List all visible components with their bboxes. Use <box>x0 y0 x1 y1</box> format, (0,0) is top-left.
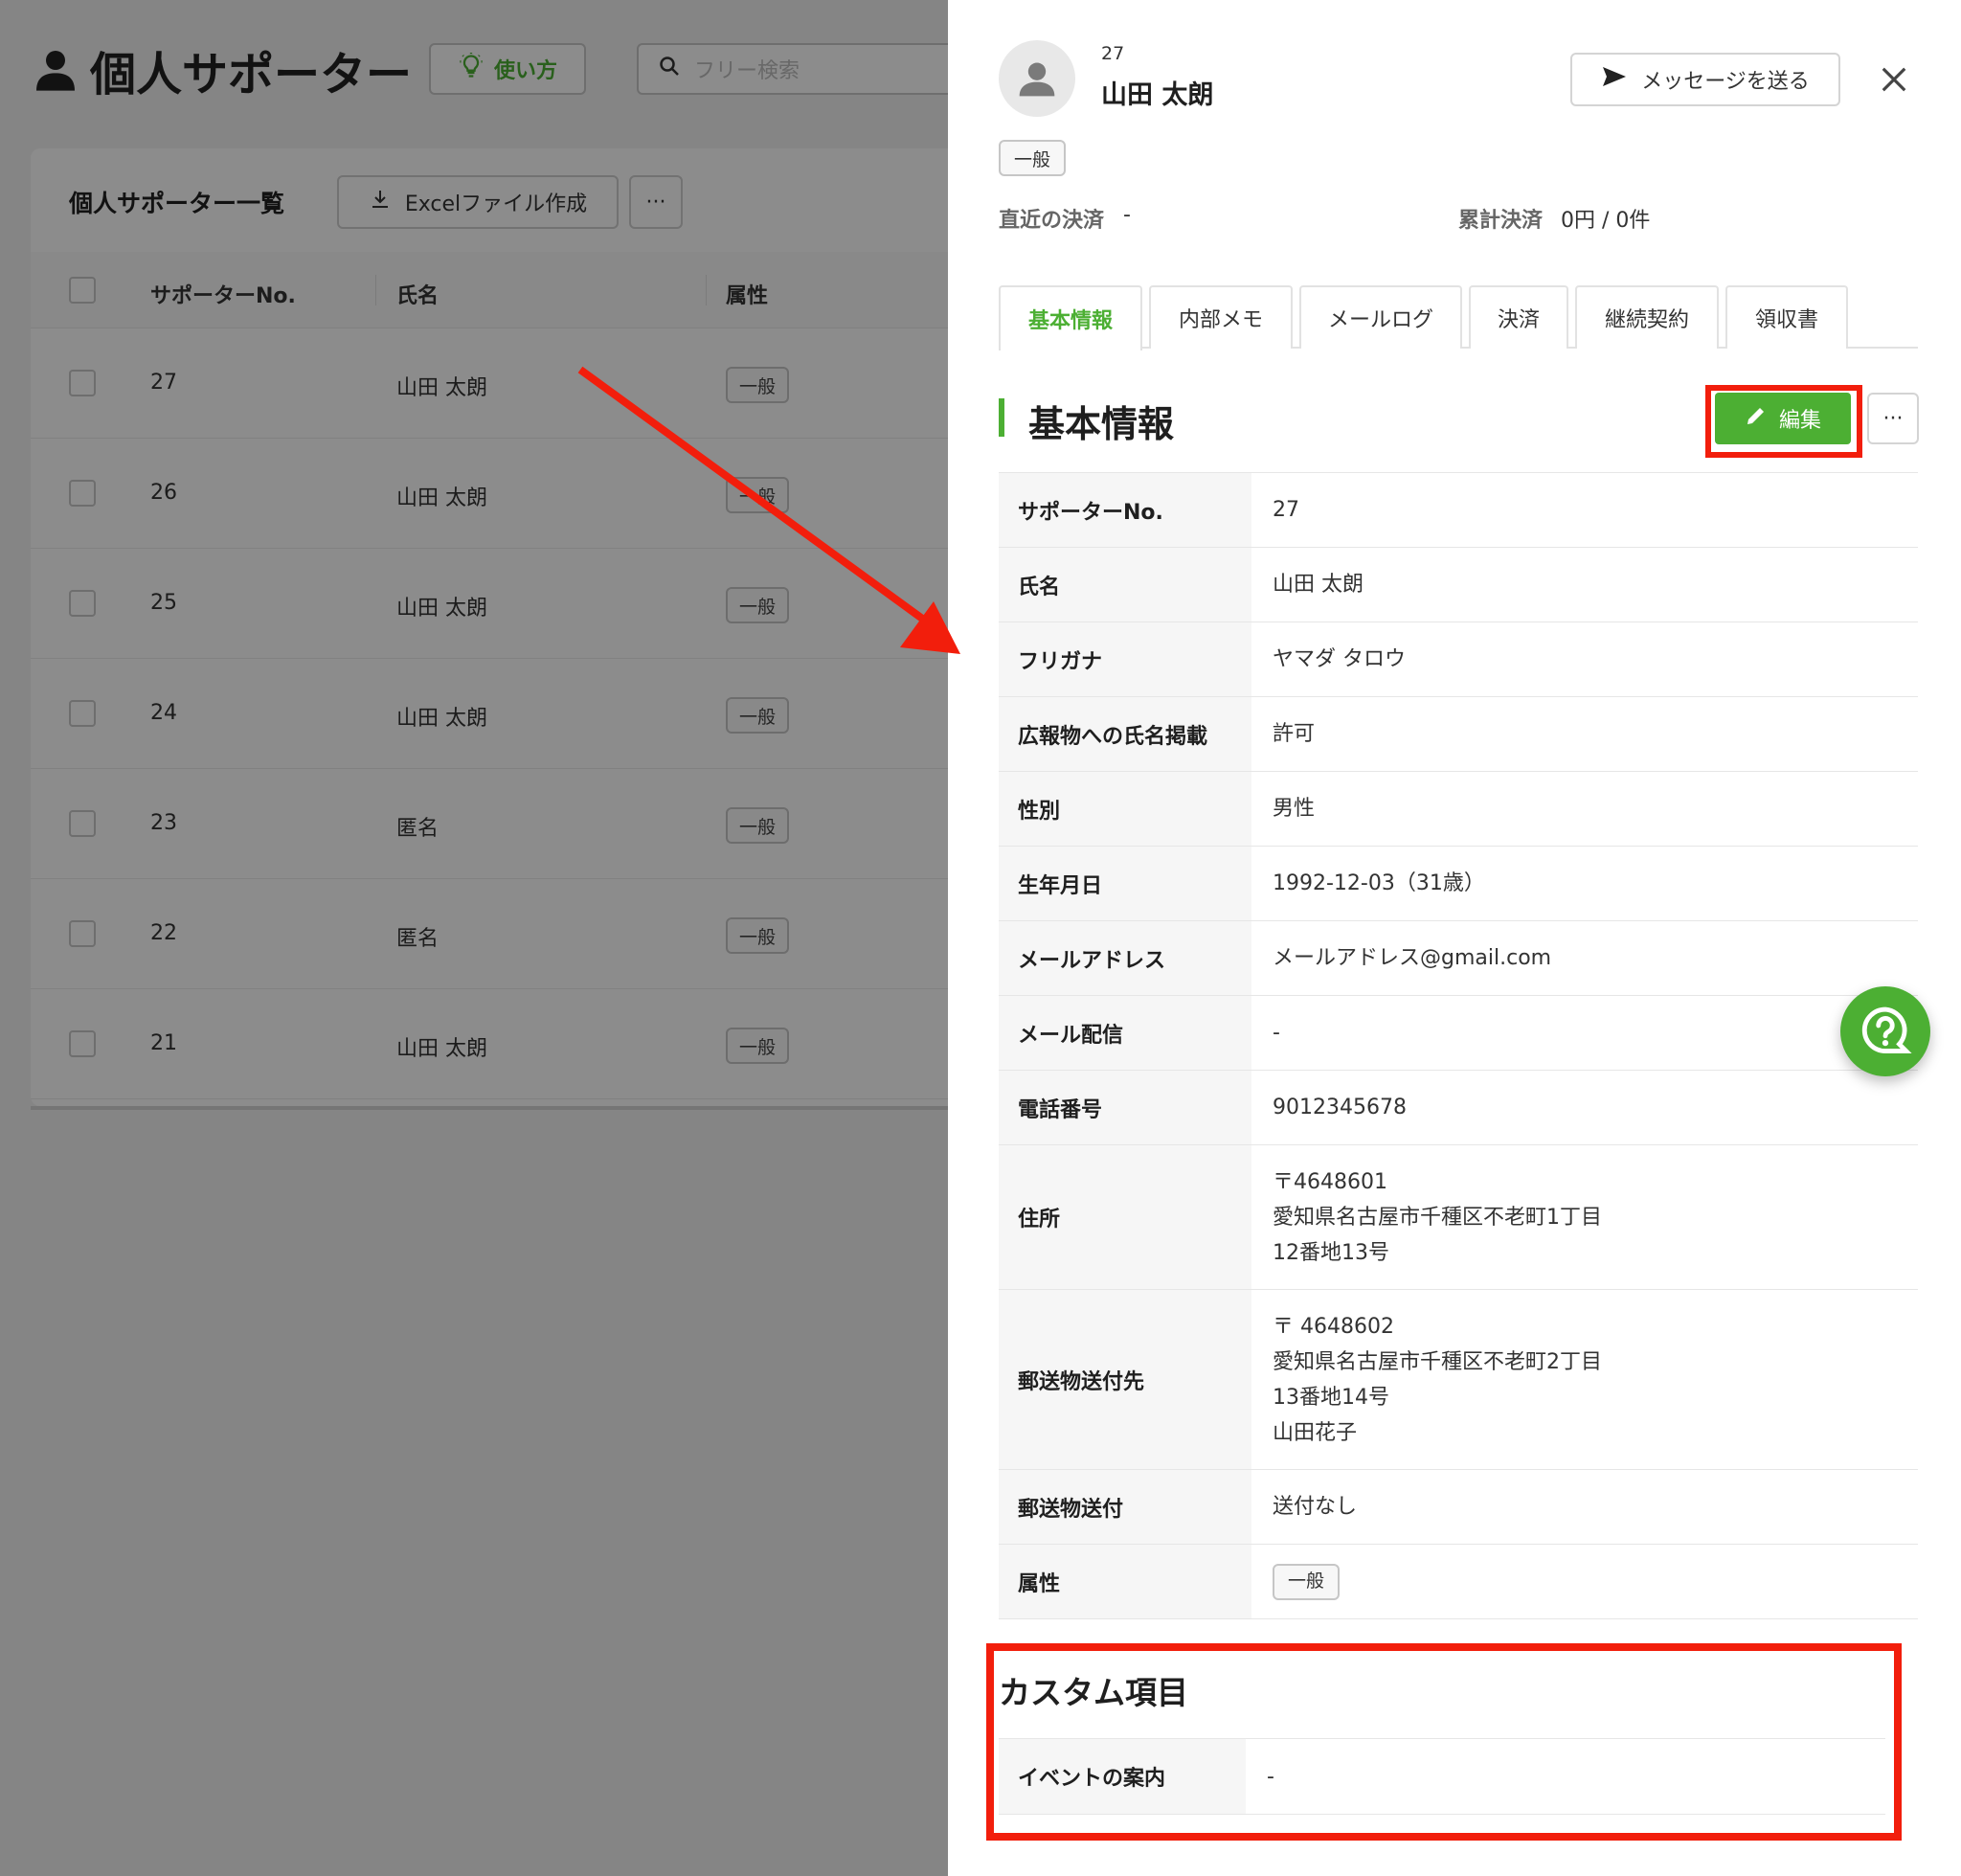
help-icon <box>1861 1006 1912 1053</box>
info-value-line: 山田 太朗 <box>1273 573 1364 597</box>
info-row: 広報物への氏名掲載 許可 <box>999 697 1918 772</box>
info-label: メールアドレス <box>999 921 1251 995</box>
tab-receipt[interactable]: 領収書 <box>1725 285 1848 349</box>
tab-mail-log[interactable]: メールログ <box>1299 285 1462 349</box>
info-label: フリガナ <box>999 622 1251 696</box>
info-value: 9012345678 <box>1251 1071 1918 1144</box>
info-value: 一般 <box>1251 1545 1918 1618</box>
info-row: 属性 一般 <box>999 1545 1918 1619</box>
edit-button-highlight <box>1705 385 1862 458</box>
info-label: 氏名 <box>999 548 1251 622</box>
total-payment-value: 0円 / 0件 <box>1561 209 1651 233</box>
info-value: ヤマダ タロウ <box>1251 622 1918 696</box>
info-value-line: 27 <box>1273 498 1299 522</box>
info-value-line: 男性 <box>1273 797 1316 821</box>
info-value: 男性 <box>1251 772 1918 846</box>
attribute-tag: 一般 <box>1273 1563 1341 1600</box>
section-more-button[interactable]: ··· <box>1867 393 1919 444</box>
avatar <box>999 40 1075 117</box>
send-message-button[interactable]: メッセージを送る <box>1570 53 1840 106</box>
info-label: 郵送物送付 <box>999 1470 1251 1544</box>
modal-backdrop[interactable] <box>0 0 948 1876</box>
supporter-detail-drawer: 27 山田 太朗 メッセージを送る 一般 直近の決済 - 累計決済 0円 / 0… <box>948 0 1961 1876</box>
info-value-line: メールアドレス@gmail.com <box>1273 946 1552 970</box>
info-label: 性別 <box>999 772 1251 846</box>
person-icon <box>1019 62 1055 97</box>
close-button[interactable] <box>1872 57 1916 102</box>
info-row: フリガナ ヤマダ タロウ <box>999 622 1918 697</box>
info-row: 住所 〒4648601 愛知県名古屋市千種区不老町1丁目 12番地13号 <box>999 1145 1918 1290</box>
info-label: メール配信 <box>999 996 1251 1070</box>
close-icon <box>1882 67 1906 92</box>
recent-payment-value: - <box>1123 203 1131 227</box>
info-value: 1992-12-03（31歳） <box>1251 847 1918 920</box>
supporter-number: 27 <box>1101 43 1125 64</box>
section-accent-bar <box>999 398 1004 437</box>
info-label: 生年月日 <box>999 847 1251 920</box>
info-value-line: 1992-12-03（31歳） <box>1273 871 1485 895</box>
info-row: メール配信 - <box>999 996 1918 1071</box>
info-row: 性別 男性 <box>999 772 1918 847</box>
send-message-label: メッセージを送る <box>1641 70 1810 94</box>
info-value: - <box>1251 996 1918 1070</box>
info-value-line: - <box>1273 1021 1280 1045</box>
detail-tabs: 基本情報 内部メモ メールログ 決済 継続契約 領収書 <box>999 285 1918 350</box>
info-label: 郵送物送付先 <box>999 1290 1251 1469</box>
info-label: サポーターNo. <box>999 473 1251 547</box>
section-title: 基本情報 <box>1028 403 1175 445</box>
info-row: メールアドレス メールアドレス@gmail.com <box>999 921 1918 996</box>
info-value-line: 9012345678 <box>1273 1096 1407 1119</box>
recent-payment-label: 直近の決済 <box>999 209 1105 233</box>
help-button[interactable] <box>1840 986 1930 1076</box>
info-value: 送付なし <box>1251 1470 1918 1544</box>
info-value: 許可 <box>1251 697 1918 771</box>
supporter-name: 山田 太朗 <box>1101 80 1214 110</box>
info-label: 電話番号 <box>999 1071 1251 1144</box>
attribute-tag: 一般 <box>999 140 1067 176</box>
info-value: 〒 4648602 愛知県名古屋市千種区不老町2丁目 13番地14号 山田花子 <box>1251 1290 1918 1469</box>
info-value-line: 〒4648601 <box>1273 1169 1387 1194</box>
info-row: 電話番号 9012345678 <box>999 1071 1918 1145</box>
total-payment-label: 累計決済 <box>1458 209 1544 233</box>
info-value: 〒4648601 愛知県名古屋市千種区不老町1丁目 12番地13号 <box>1251 1145 1918 1289</box>
info-value-line: 許可 <box>1273 722 1316 746</box>
basic-info-table: サポーターNo. 27 氏名 山田 太朗 フリガナ ヤマダ タロウ 広報物への氏名掲載 許可性… <box>999 472 1918 1619</box>
info-value-line: 送付なし <box>1273 1495 1358 1519</box>
info-value-line: 13番地14号 <box>1273 1385 1389 1410</box>
info-value-line: 愛知県名古屋市千種区不老町1丁目 <box>1273 1205 1602 1230</box>
info-value-line: 〒 4648602 <box>1273 1314 1394 1339</box>
info-value-line: 愛知県名古屋市千種区不老町2丁目 <box>1273 1349 1602 1374</box>
info-row: 氏名 山田 太朗 <box>999 548 1918 622</box>
tab-payment[interactable]: 決済 <box>1469 285 1568 349</box>
info-row: 郵送物送付先〒 4648602 愛知県名古屋市千種区不老町2丁目 13番地14号 山田… <box>999 1290 1918 1470</box>
info-value-line: 山田花子 <box>1273 1420 1358 1445</box>
info-row: 生年月日 1992-12-03（31歳） <box>999 847 1918 921</box>
send-icon <box>1601 65 1628 94</box>
info-row: サポーターNo. 27 <box>999 473 1918 548</box>
tab-basic-info[interactable]: 基本情報 <box>999 285 1142 350</box>
info-value-line: ヤマダ タロウ <box>1273 647 1406 671</box>
tab-continuous-contract[interactable]: 継続契約 <box>1575 285 1719 349</box>
info-label: 住所 <box>999 1145 1251 1289</box>
info-value: 山田 太朗 <box>1251 548 1918 622</box>
info-value: メールアドレス@gmail.com <box>1251 921 1918 995</box>
info-label: 広報物への氏名掲載 <box>999 697 1251 771</box>
info-label: 属性 <box>999 1545 1251 1618</box>
info-value: 27 <box>1251 473 1918 547</box>
info-value-line: 12番地13号 <box>1273 1240 1389 1265</box>
tab-internal-memo[interactable]: 内部メモ <box>1149 285 1293 349</box>
info-row: 郵送物送付 送付なし <box>999 1470 1918 1545</box>
custom-fields-highlight <box>986 1643 1902 1841</box>
